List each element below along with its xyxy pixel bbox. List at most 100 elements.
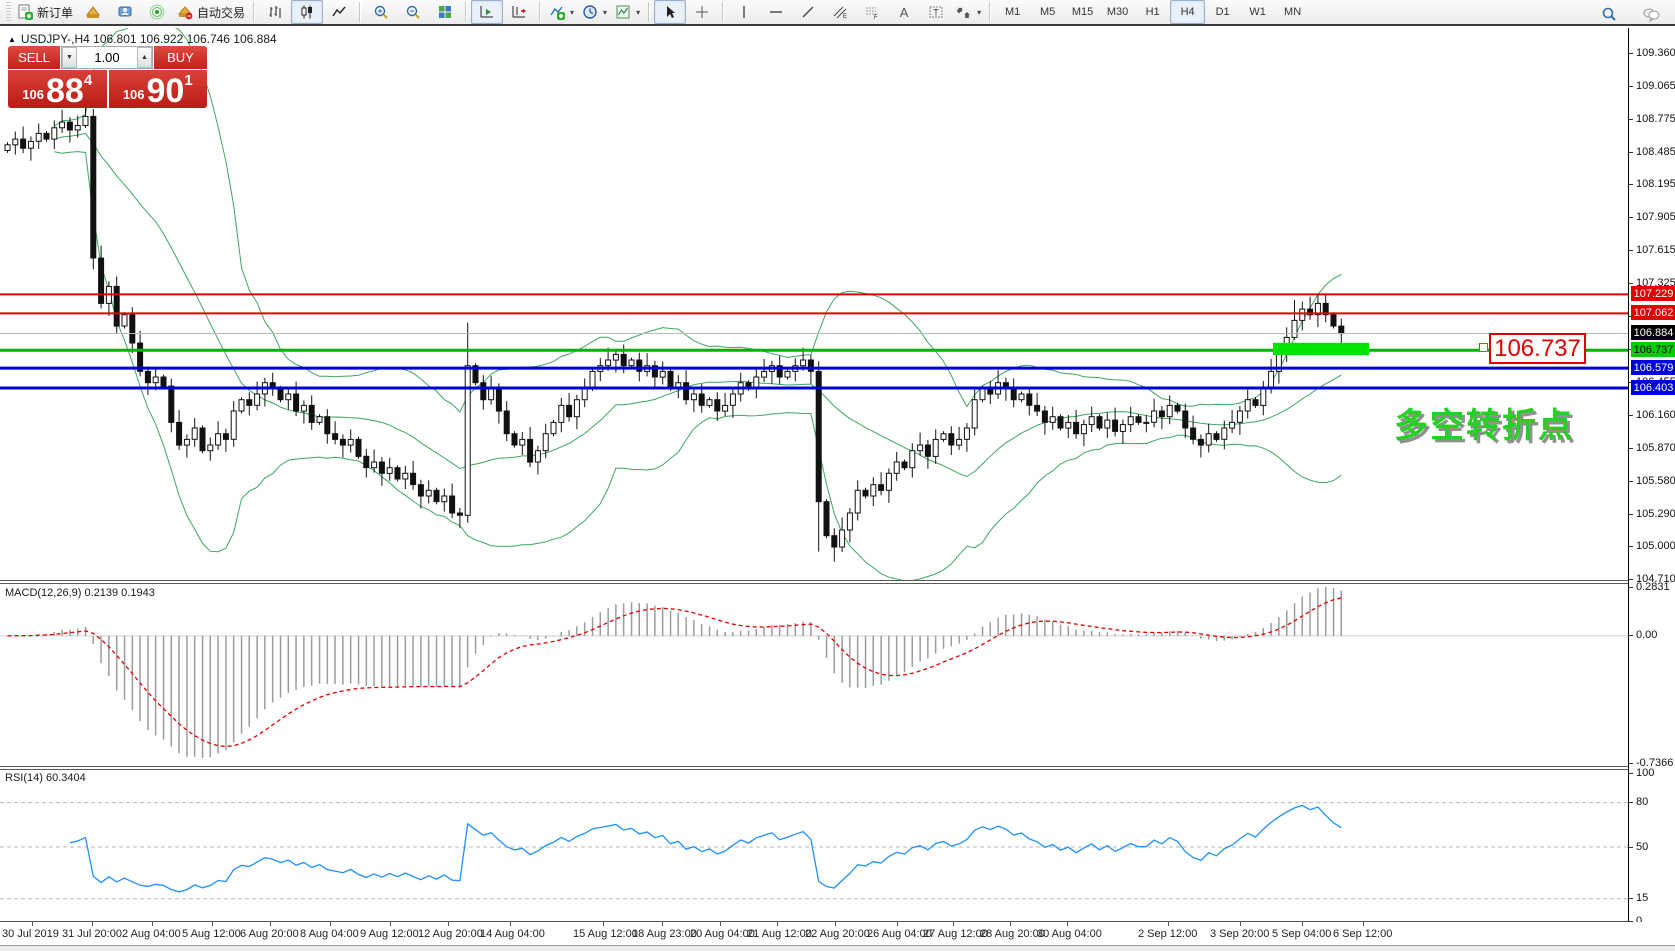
- rsi-pane[interactable]: [0, 770, 1628, 922]
- rsi-tick: 15: [1636, 892, 1648, 904]
- chat-bubbles-icon: [1642, 6, 1660, 22]
- bar-chart-mode-button[interactable]: [259, 0, 291, 24]
- search-button[interactable]: [1593, 2, 1625, 26]
- timeframe-h4-button[interactable]: H4: [1170, 0, 1205, 24]
- timeframe-label: M15: [1072, 6, 1093, 18]
- toolbar-grip[interactable]: [6, 2, 11, 22]
- signal-waves-icon: [149, 4, 165, 20]
- axis-tick-mark: [1629, 579, 1633, 580]
- vertical-line-tool-button[interactable]: [728, 0, 760, 24]
- time-label: 21 Aug 12:00: [747, 928, 812, 940]
- zoom-out-button[interactable]: [397, 0, 429, 24]
- shapes-tool-button[interactable]: ▾: [952, 0, 985, 24]
- sell-button[interactable]: SELL: [8, 46, 60, 69]
- axis-tick-mark: [1629, 763, 1633, 764]
- timeframe-d1-button[interactable]: D1: [1205, 0, 1240, 24]
- zoom-in-icon: [373, 4, 389, 20]
- time-tick-mark: [510, 922, 511, 926]
- trendline-tool-button[interactable]: [792, 0, 824, 24]
- time-label: 8 Aug 04:00: [300, 928, 359, 940]
- candlestick-mode-button[interactable]: [291, 0, 323, 24]
- time-label: 2 Aug 04:00: [122, 928, 181, 940]
- new-order-button[interactable]: 新订单: [13, 0, 77, 24]
- time-label: 30 Jul 2019: [2, 928, 59, 940]
- volume-input[interactable]: [77, 47, 137, 68]
- mql-editor-button[interactable]: [77, 0, 109, 24]
- axis-tick-mark: [1629, 481, 1633, 482]
- macd-pane[interactable]: [0, 584, 1628, 766]
- timeframe-label: M1: [1005, 6, 1020, 18]
- auto-scroll-button[interactable]: [471, 0, 503, 24]
- community-chat-button[interactable]: [1635, 2, 1667, 26]
- rsi-canvas[interactable]: [0, 770, 1628, 922]
- cursor-icon: [662, 4, 678, 20]
- axis-tick-mark: [1629, 546, 1633, 547]
- time-label: 15 Aug 12:00: [573, 928, 638, 940]
- buy-price-button[interactable]: 106901: [109, 70, 208, 108]
- fibonacci-tool-button[interactable]: F: [856, 0, 888, 24]
- time-label: 9 Aug 12:00: [360, 928, 419, 940]
- sell-price-point: 4: [84, 72, 92, 89]
- zoom-in-button[interactable]: [365, 0, 397, 24]
- timeframe-w1-button[interactable]: W1: [1240, 0, 1275, 24]
- crosshair-tool-button[interactable]: [686, 0, 718, 24]
- axis-tick-mark: [1629, 86, 1633, 87]
- macd-tick: 0.00: [1636, 629, 1657, 641]
- timeframe-m1-button[interactable]: M1: [995, 0, 1030, 24]
- timeframe-m30-button[interactable]: M30: [1100, 0, 1135, 24]
- timeframe-label: H4: [1181, 6, 1195, 18]
- toolbar-separator: [253, 2, 255, 22]
- main-chart-pane[interactable]: [0, 28, 1628, 580]
- text-label-tool-button[interactable]: T: [920, 0, 952, 24]
- price-callout[interactable]: 106.737: [1489, 333, 1586, 364]
- tile-windows-button[interactable]: [429, 0, 461, 24]
- buy-label: BUY: [167, 50, 194, 65]
- price-tick: 107.905: [1636, 211, 1675, 223]
- sell-price-button[interactable]: 106884: [8, 70, 107, 108]
- timeframe-mn-button[interactable]: MN: [1275, 0, 1310, 24]
- autotrading-button[interactable]: 自动交易: [173, 0, 249, 24]
- tile-windows-icon: [437, 4, 453, 20]
- svg-text:F: F: [874, 15, 878, 20]
- level-price-badge: 106.737: [1631, 342, 1675, 357]
- timeframe-label: M5: [1040, 6, 1055, 18]
- timeframe-label: M30: [1107, 6, 1128, 18]
- time-label: 31 Jul 20:00: [62, 928, 122, 940]
- volume-increase-button[interactable]: ▲: [137, 47, 152, 68]
- axis-tick-mark: [1629, 587, 1633, 588]
- buy-button[interactable]: BUY: [154, 46, 207, 69]
- templates-button[interactable]: ▾: [611, 0, 644, 24]
- text-tool-button[interactable]: A: [888, 0, 920, 24]
- horizontal-line-tool-button[interactable]: [760, 0, 792, 24]
- periods-button[interactable]: ▾: [578, 0, 611, 24]
- macd-tick: 0.2831: [1636, 581, 1670, 593]
- price-axis[interactable]: 109.360109.065108.775108.485108.195107.9…: [1628, 28, 1675, 922]
- level-price-badge: 107.062: [1631, 305, 1675, 320]
- dropdown-arrow-icon: ▾: [977, 8, 981, 17]
- timeframe-m15-button[interactable]: M15: [1065, 0, 1100, 24]
- time-tick-mark: [212, 922, 213, 926]
- indicators-button[interactable]: ▾: [545, 0, 578, 24]
- collapse-arrow-icon[interactable]: ▲: [8, 35, 16, 44]
- strategy-tester-button[interactable]: [109, 0, 141, 24]
- time-tick-mark: [32, 922, 33, 926]
- macd-canvas[interactable]: [0, 584, 1628, 766]
- rsi-tick: 100: [1636, 767, 1654, 779]
- macd-label: MACD(12,26,9) 0.2139 0.1943: [5, 587, 155, 599]
- timeframe-h1-button[interactable]: H1: [1135, 0, 1170, 24]
- channel-tool-button[interactable]: E: [824, 0, 856, 24]
- signals-button[interactable]: [141, 0, 173, 24]
- price-tick: 109.360: [1636, 47, 1675, 59]
- main-chart-canvas[interactable]: [0, 28, 1628, 580]
- cursor-tool-button[interactable]: [654, 0, 686, 24]
- timeframe-label: D1: [1216, 6, 1230, 18]
- volume-decrease-button[interactable]: ▼: [62, 47, 77, 68]
- clock-icon: [582, 4, 598, 20]
- chart-shift-button[interactable]: [503, 0, 535, 24]
- arrows-shapes-icon: [956, 4, 972, 20]
- timeframe-m5-button[interactable]: M5: [1030, 0, 1065, 24]
- sell-price-pips: 88: [46, 76, 84, 106]
- time-axis[interactable]: 30 Jul 201931 Jul 20:002 Aug 04:005 Aug …: [0, 922, 1675, 946]
- chinese-annotation[interactable]: 多空转折点: [1394, 398, 1574, 447]
- line-chart-mode-button[interactable]: [323, 0, 355, 24]
